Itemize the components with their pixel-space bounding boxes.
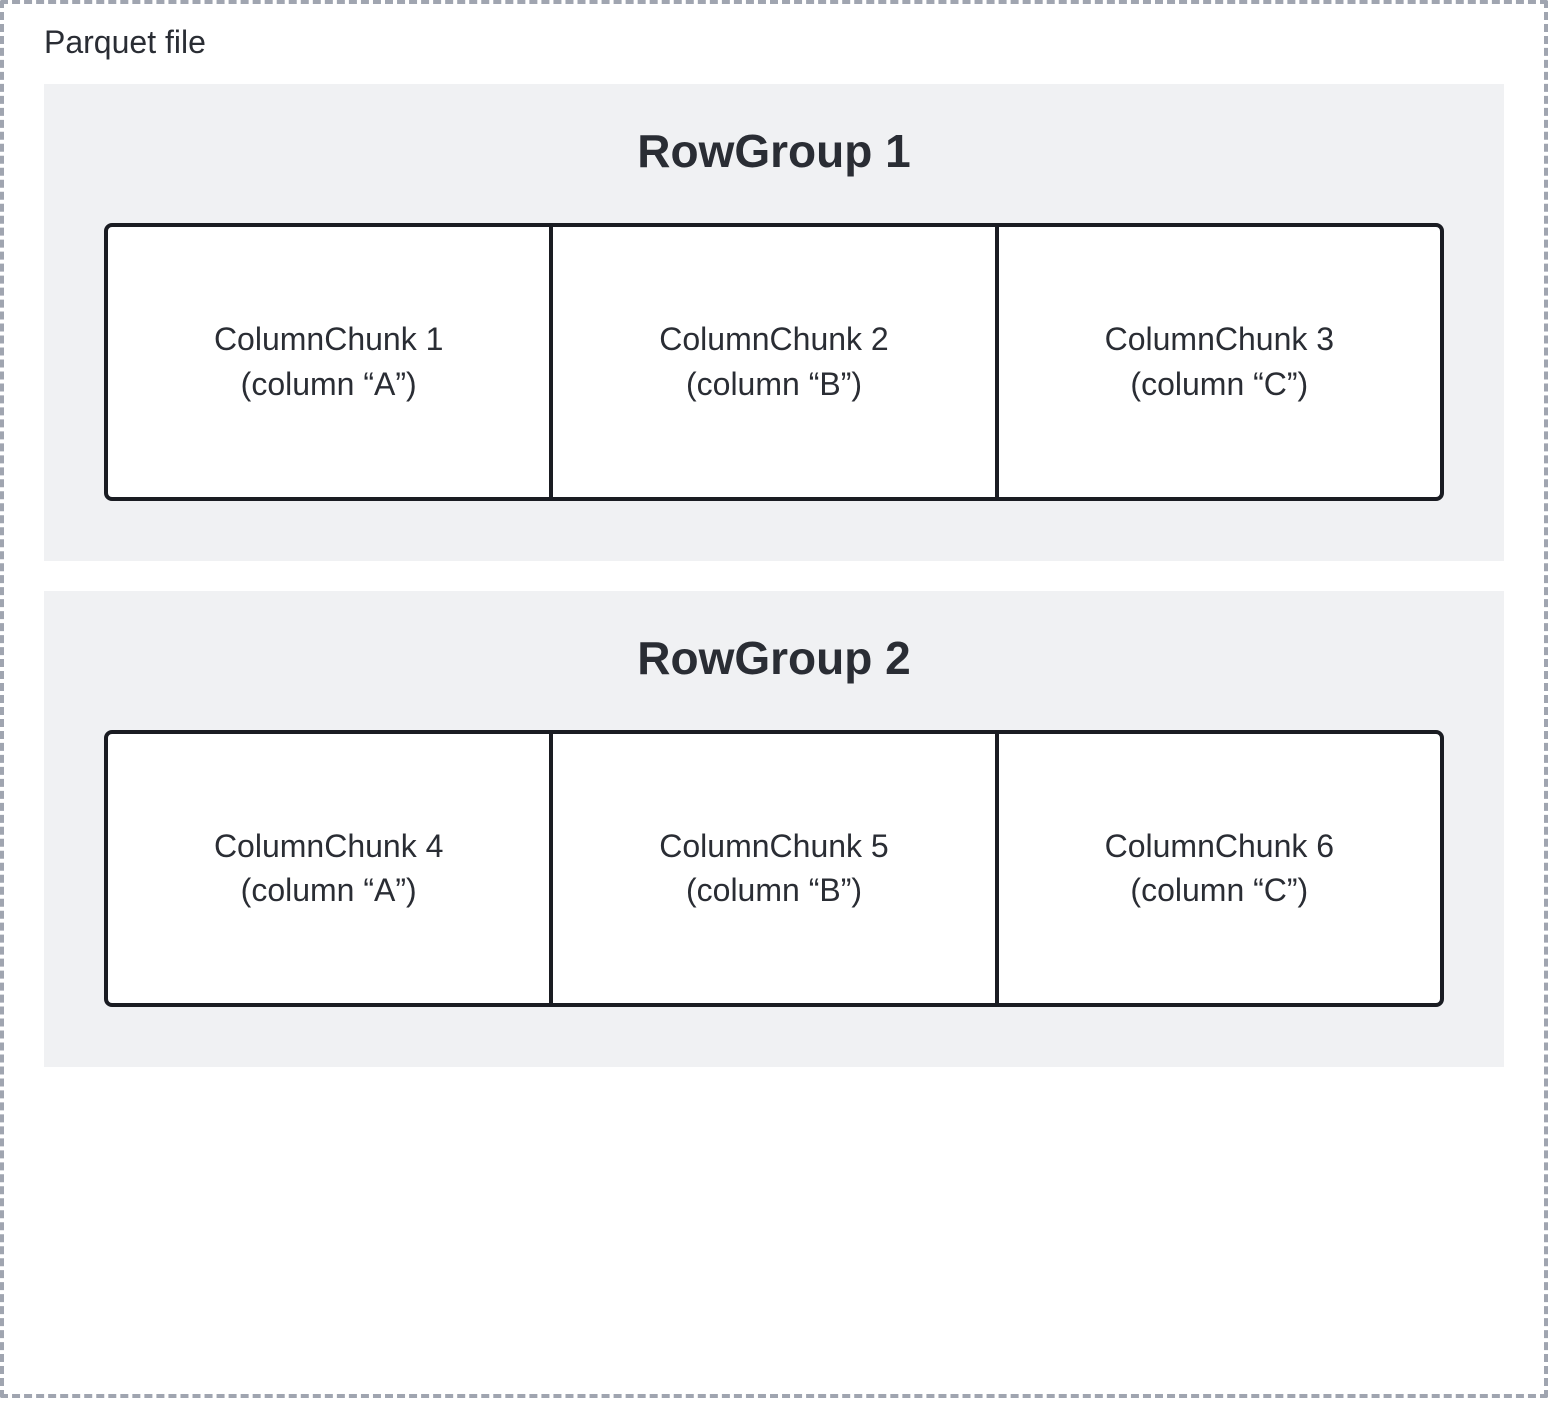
column-chunk-5-sublabel: (column “B”) <box>686 868 862 913</box>
column-chunk-5: ColumnChunk 5 (column “B”) <box>553 734 998 1004</box>
column-chunk-3: ColumnChunk 3 (column “C”) <box>999 227 1440 497</box>
column-chunk-2-sublabel: (column “B”) <box>686 362 862 407</box>
column-chunk-4: ColumnChunk 4 (column “A”) <box>108 734 553 1004</box>
rowgroup-1: RowGroup 1 ColumnChunk 1 (column “A”) Co… <box>44 84 1504 561</box>
column-chunk-4-label: ColumnChunk 4 <box>214 824 443 869</box>
rowgroup-1-title: RowGroup 1 <box>104 124 1444 178</box>
column-chunk-2: ColumnChunk 2 (column “B”) <box>553 227 998 497</box>
column-chunk-5-label: ColumnChunk 5 <box>659 824 888 869</box>
column-chunk-6-label: ColumnChunk 6 <box>1105 824 1334 869</box>
column-chunk-1-label: ColumnChunk 1 <box>214 317 443 362</box>
column-chunk-1-sublabel: (column “A”) <box>241 362 417 407</box>
column-chunk-3-sublabel: (column “C”) <box>1130 362 1308 407</box>
parquet-file-container: Parquet file RowGroup 1 ColumnChunk 1 (c… <box>0 0 1548 1398</box>
column-chunk-4-sublabel: (column “A”) <box>241 868 417 913</box>
column-chunk-2-label: ColumnChunk 2 <box>659 317 888 362</box>
column-chunk-1: ColumnChunk 1 (column “A”) <box>108 227 553 497</box>
column-chunk-6-sublabel: (column “C”) <box>1130 868 1308 913</box>
rowgroup-2-title: RowGroup 2 <box>104 631 1444 685</box>
parquet-file-label: Parquet file <box>34 24 216 61</box>
column-chunk-6: ColumnChunk 6 (column “C”) <box>999 734 1440 1004</box>
rowgroup-2-chunks: ColumnChunk 4 (column “A”) ColumnChunk 5… <box>104 730 1444 1008</box>
rowgroup-2: RowGroup 2 ColumnChunk 4 (column “A”) Co… <box>44 591 1504 1068</box>
column-chunk-3-label: ColumnChunk 3 <box>1105 317 1334 362</box>
rowgroup-1-chunks: ColumnChunk 1 (column “A”) ColumnChunk 2… <box>104 223 1444 501</box>
